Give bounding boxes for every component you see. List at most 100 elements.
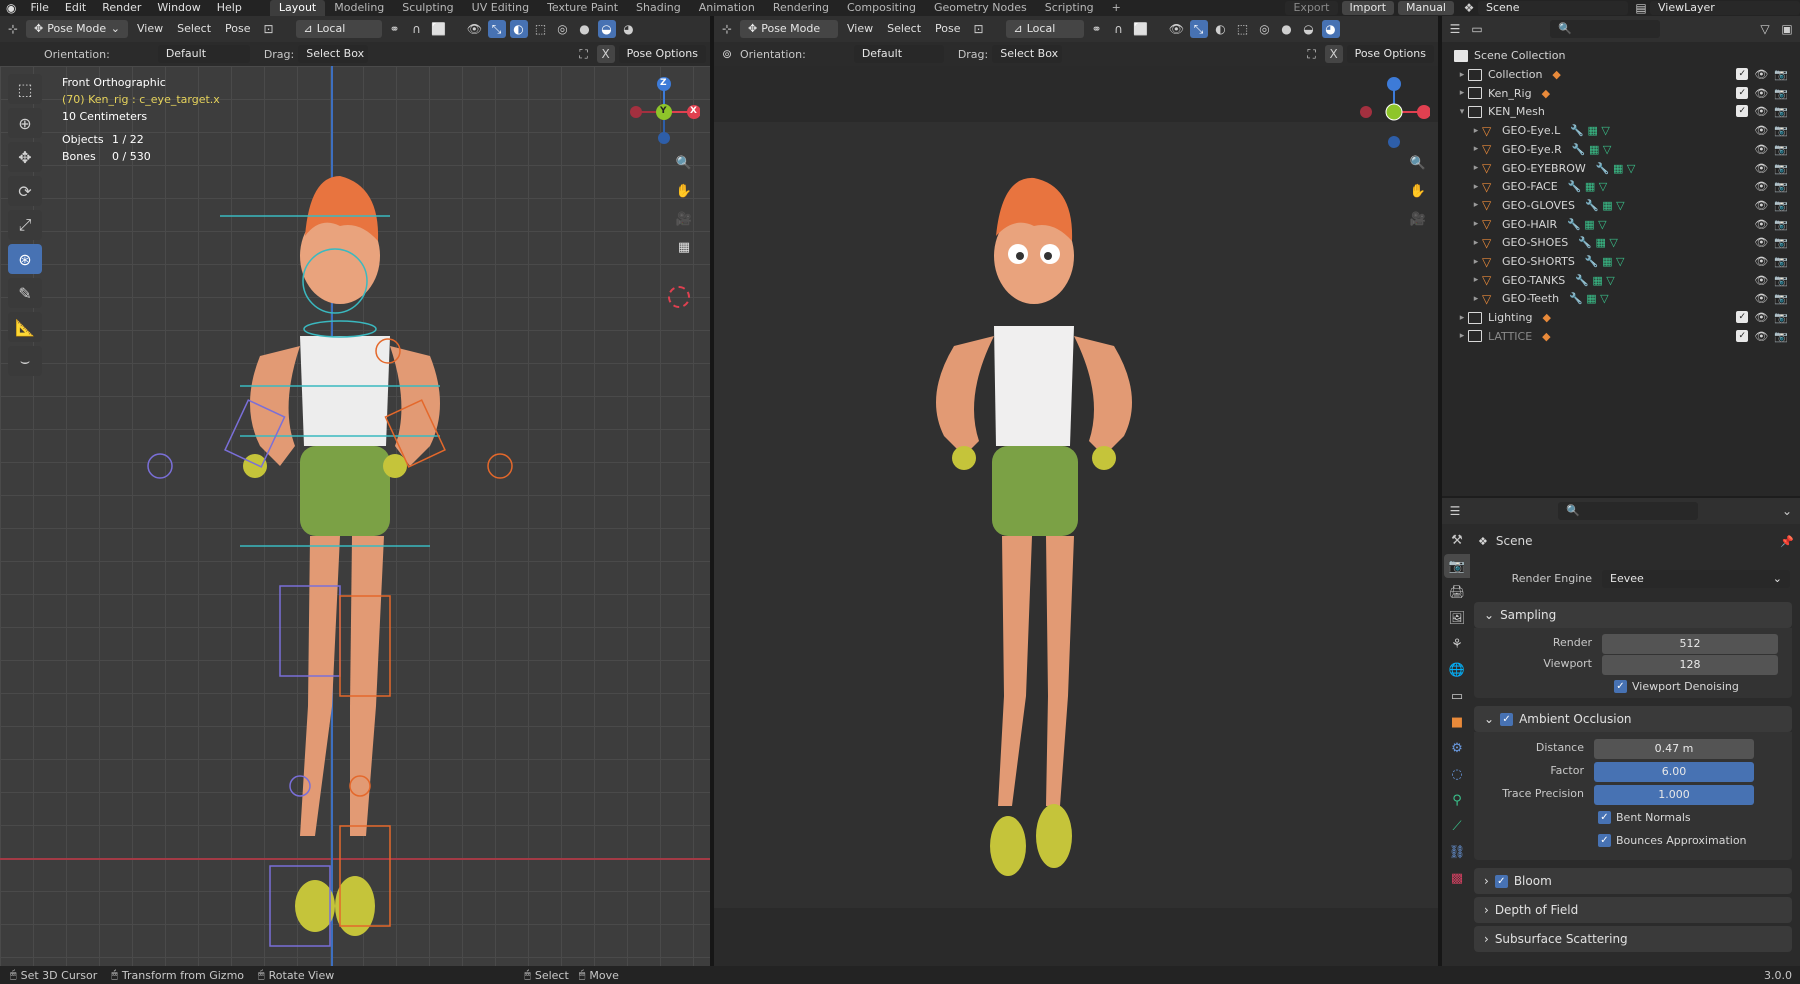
outliner-row[interactable]: ▸ ▽ GEO-Teeth 🔧 ▦ ▽ 👁 📷 bbox=[1442, 289, 1796, 308]
eye-icon[interactable]: 👁 bbox=[1754, 274, 1768, 287]
select-box-tool[interactable]: ⬚ bbox=[8, 74, 42, 104]
expand-right-icon[interactable]: ▸ bbox=[1470, 238, 1482, 248]
render-camera-icon[interactable]: 📷 bbox=[1774, 236, 1788, 249]
workspace-tab-sculpting[interactable]: Sculpting bbox=[393, 0, 462, 16]
expand-right-icon[interactable]: ▸ bbox=[1470, 294, 1482, 304]
orientation-dropdown-right[interactable]: Default bbox=[853, 45, 944, 63]
outliner-row[interactable]: ▸ Collection ◆ ✓ 👁 📷 bbox=[1442, 65, 1796, 84]
mode-dropdown[interactable]: ✥ Pose Mode ⌄ bbox=[26, 20, 128, 38]
expand-right-icon[interactable]: ▸ bbox=[1470, 219, 1482, 229]
proportional-icon[interactable]: ⬜ bbox=[430, 20, 448, 38]
expand-right-icon[interactable]: ▸ bbox=[1470, 163, 1482, 173]
expand-right-icon[interactable]: ▸ bbox=[1456, 331, 1468, 341]
drag-dropdown[interactable]: Select Box bbox=[298, 45, 369, 63]
sss-panel-header[interactable]: › Subsurface Scattering bbox=[1474, 926, 1792, 952]
render-engine-dropdown[interactable]: Eevee ⌄ bbox=[1602, 570, 1790, 588]
pose-library-icon-right[interactable]: ⊡ bbox=[970, 20, 988, 38]
workspace-tab-uv-editing[interactable]: UV Editing bbox=[463, 0, 538, 16]
cursor-tool[interactable]: ⊕ bbox=[8, 108, 42, 138]
render-camera-icon[interactable]: 📷 bbox=[1774, 105, 1788, 118]
render-camera-icon[interactable]: 📷 bbox=[1774, 87, 1788, 100]
ao-enable-checkbox[interactable]: ✓ bbox=[1500, 712, 1514, 726]
transform-orientation-dropdown-right[interactable]: ⊿ Local bbox=[1005, 20, 1084, 38]
pivot-icon[interactable]: ⚭ bbox=[386, 20, 404, 38]
workspace-tab-geometry-nodes[interactable]: Geometry Nodes bbox=[925, 0, 1036, 16]
pose-options-dropdown[interactable]: Pose Options bbox=[618, 45, 706, 63]
outliner-row[interactable]: ▸ ▽ GEO-Eye.R 🔧 ▦ ▽ 👁 📷 bbox=[1442, 140, 1796, 159]
texture-tab-icon[interactable]: ▩ bbox=[1444, 866, 1470, 890]
expand-right-icon[interactable]: ▸ bbox=[1470, 200, 1482, 210]
outliner-editor-icon[interactable]: ☰ bbox=[1446, 20, 1464, 38]
outliner-row[interactable]: ▸ ▽ GEO-HAIR 🔧 ▦ ▽ 👁 📷 bbox=[1442, 215, 1796, 234]
eye-icon[interactable]: 👁 bbox=[1754, 292, 1768, 305]
snap-icon-right[interactable]: ∩ bbox=[1110, 20, 1128, 38]
bounces-approximation-checkbox[interactable]: ✓ Bounces Approximation bbox=[1598, 834, 1747, 847]
add-workspace-button[interactable]: + bbox=[1103, 0, 1130, 16]
outliner-search-input[interactable]: 🔍 bbox=[1550, 20, 1660, 38]
xray-icon[interactable]: ⬚ bbox=[532, 20, 550, 38]
ao-panel-header[interactable]: ⌄ ✓ Ambient Occlusion bbox=[1474, 706, 1792, 732]
scene-tab-icon[interactable]: ⚘ bbox=[1444, 632, 1470, 656]
scene-icon[interactable]: ❖ bbox=[1460, 0, 1478, 17]
modifier-tab-icon[interactable]: ⚙ bbox=[1444, 736, 1470, 760]
render-camera-icon[interactable]: 📷 bbox=[1774, 292, 1788, 305]
menu-pose[interactable]: Pose bbox=[220, 20, 255, 38]
output-tab-icon[interactable]: 🖨 bbox=[1444, 580, 1470, 604]
expand-right-icon[interactable]: ▸ bbox=[1470, 182, 1482, 192]
workspace-tab-animation[interactable]: Animation bbox=[690, 0, 764, 16]
proportional-icon-right[interactable]: ⬜ bbox=[1132, 20, 1150, 38]
eye-icon[interactable]: 👁 bbox=[1754, 87, 1768, 100]
outliner-row[interactable]: ▸ Lighting ◆ ✓ 👁 📷 bbox=[1442, 308, 1796, 327]
scene-selector[interactable]: Scene bbox=[1478, 1, 1628, 15]
right-viewport[interactable]: 🔍 ✋ 🎥 bbox=[714, 66, 1438, 966]
properties-editor-icon[interactable]: ☰ bbox=[1446, 502, 1464, 520]
menu-render[interactable]: Render bbox=[94, 0, 149, 16]
render-camera-icon[interactable]: 📷 bbox=[1774, 274, 1788, 287]
overlay-icon[interactable]: ◐ bbox=[509, 20, 528, 38]
overlay-icon-right[interactable]: ◐ bbox=[1212, 20, 1230, 38]
bone-tab-icon[interactable]: ⟋ bbox=[1444, 814, 1470, 838]
workspace-tab-scripting[interactable]: Scripting bbox=[1036, 0, 1103, 16]
tool-settings-icon[interactable]: ⊚ bbox=[718, 45, 736, 63]
viewport-denoising-checkbox[interactable]: ✓ Viewport Denoising bbox=[1614, 680, 1739, 693]
eye-icon[interactable]: 👁 bbox=[1754, 311, 1768, 324]
wireframe-shading-icon-right[interactable]: ◎ bbox=[1256, 20, 1274, 38]
solid-shading-icon[interactable]: ● bbox=[576, 20, 594, 38]
workspace-tab-shading[interactable]: Shading bbox=[627, 0, 690, 16]
scene-collection-row[interactable]: Scene Collection bbox=[1442, 46, 1796, 65]
outliner-row[interactable]: ▸ ▽ GEO-TANKS 🔧 ▦ ▽ 👁 📷 bbox=[1442, 271, 1796, 290]
x-mirror-toggle[interactable]: X bbox=[596, 45, 615, 63]
3d-cursor[interactable] bbox=[668, 286, 690, 308]
eye-icon[interactable]: 👁 bbox=[1754, 162, 1768, 175]
ao-factor-field[interactable]: 6.00 bbox=[1594, 762, 1754, 782]
eye-icon[interactable]: 👁 bbox=[1754, 236, 1768, 249]
visibility-icon-right[interactable]: 👁 bbox=[1168, 20, 1186, 38]
exclude-checkbox[interactable]: ✓ bbox=[1736, 329, 1749, 342]
rendered-shading-icon-right[interactable]: ◕ bbox=[1321, 20, 1340, 38]
snap-icon[interactable]: ∩ bbox=[408, 20, 426, 38]
bloom-panel-header[interactable]: › ✓ Bloom bbox=[1474, 868, 1792, 894]
pan-hand-icon-right[interactable]: ✋ bbox=[1406, 179, 1430, 203]
zoom-icon[interactable]: 🔍 bbox=[672, 151, 696, 175]
navigation-gizmo[interactable]: Z X Y bbox=[620, 70, 701, 150]
outliner-row[interactable]: ▸ ▽ GEO-Eye.L 🔧 ▦ ▽ 👁 📷 bbox=[1442, 121, 1796, 140]
x-mirror-toggle-right[interactable]: X bbox=[1324, 45, 1343, 63]
gizmo-icon-right[interactable]: ⤡ bbox=[1189, 20, 1208, 38]
expand-right-icon[interactable]: ▸ bbox=[1470, 126, 1482, 136]
material-shading-icon[interactable]: ◒ bbox=[597, 20, 616, 38]
navigation-gizmo-right[interactable] bbox=[1350, 70, 1431, 150]
menu-edit[interactable]: Edit bbox=[57, 0, 94, 16]
expand-down-icon[interactable]: ▾ bbox=[1456, 107, 1468, 117]
outliner-row[interactable]: ▸ ▽ GEO-SHORTS 🔧 ▦ ▽ 👁 📷 bbox=[1442, 252, 1796, 271]
render-camera-icon[interactable]: 📷 bbox=[1774, 162, 1788, 175]
manual-button[interactable]: Manual bbox=[1398, 1, 1454, 15]
view-layer-selector[interactable]: ViewLayer bbox=[1650, 1, 1800, 15]
sampling-panel-header[interactable]: ⌄ Sampling bbox=[1474, 602, 1792, 628]
left-viewport[interactable]: Front Orthographic (70) Ken_rig : c_eye_… bbox=[0, 66, 710, 966]
workspace-tab-modeling[interactable]: Modeling bbox=[325, 0, 393, 16]
exclude-checkbox[interactable]: ✓ bbox=[1736, 105, 1749, 118]
menu-file[interactable]: File bbox=[22, 0, 56, 16]
render-camera-icon[interactable]: 📷 bbox=[1774, 199, 1788, 212]
expand-right-icon[interactable]: ▸ bbox=[1456, 70, 1468, 80]
expand-right-icon[interactable]: ▸ bbox=[1456, 88, 1468, 98]
